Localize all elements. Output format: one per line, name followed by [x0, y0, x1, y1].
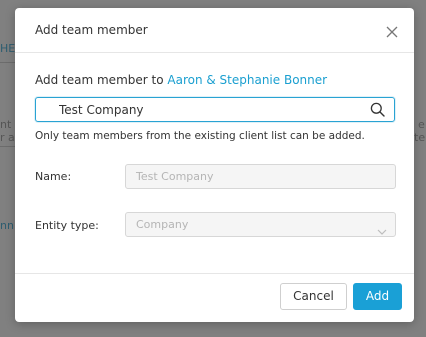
- chevron-down-icon: [377, 221, 387, 235]
- entity-type-label: Entity type:: [35, 219, 99, 232]
- background-text-fragment: nn: [0, 219, 14, 232]
- subtitle-prefix: Add team member to: [35, 73, 168, 87]
- team-member-search: [35, 97, 395, 122]
- search-icon[interactable]: [370, 102, 385, 117]
- entity-type-value: Company: [136, 218, 189, 231]
- search-hint: Only team members from the existing clie…: [35, 130, 365, 142]
- search-input[interactable]: [36, 98, 366, 121]
- add-button[interactable]: Add: [353, 283, 402, 310]
- name-field: Test Company: [125, 164, 396, 189]
- background-text-fragment: te: [414, 131, 426, 144]
- dialog-subtitle: Add team member to Aaron & Stephanie Bon…: [35, 71, 395, 89]
- name-label: Name:: [35, 170, 72, 183]
- close-icon[interactable]: [386, 26, 398, 38]
- cancel-button[interactable]: Cancel: [280, 283, 347, 310]
- dialog-footer: Cancel Add: [15, 273, 414, 322]
- add-team-member-dialog: Add team member Add team member to Aaron…: [15, 8, 414, 322]
- background-divider: [0, 62, 16, 63]
- entity-type-select: Company: [125, 212, 396, 237]
- dialog-header: Add team member: [15, 8, 414, 53]
- dialog-title: Add team member: [35, 23, 148, 37]
- background-text-fragment: e: [418, 118, 425, 131]
- background-text-fragment: HE: [0, 42, 16, 55]
- name-value: Test Company: [136, 170, 214, 183]
- dialog-body: Add team member to Aaron & Stephanie Bon…: [35, 71, 395, 89]
- background-divider: [0, 146, 16, 147]
- client-name: Aaron & Stephanie Bonner: [167, 73, 328, 87]
